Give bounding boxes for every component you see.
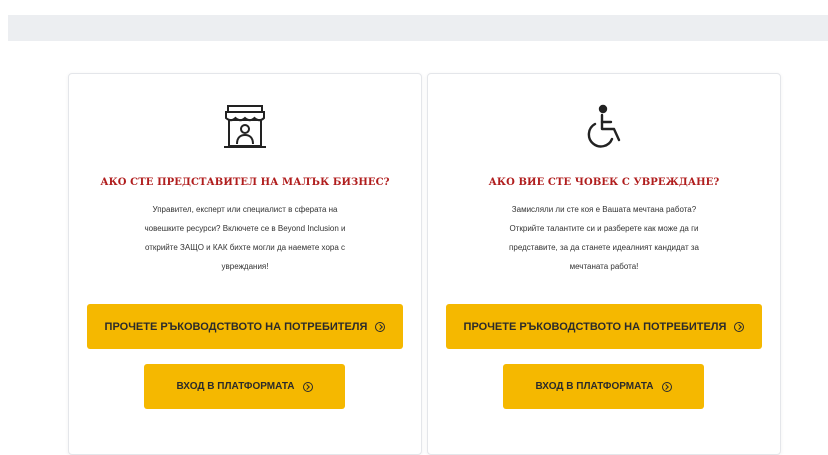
small-business-card: АКО СТЕ ПРЕДСТАВИТЕЛ НА МАЛЪК БИЗНЕС? Уп… [68,73,422,455]
button-label: ПРОЧЕТЕ РЪКОВОДСТВОТО НА ПОТРЕБИТЕЛЯ [463,320,727,333]
read-guide-button[interactable]: ПРОЧЕТЕ РЪКОВОДСТВОТО НА ПОТРЕБИТЕЛЯ [87,304,403,349]
chevron-right-circle-icon [302,381,313,392]
card-description: Управител, експерт или специалист в сфер… [144,205,346,271]
top-bar [8,15,828,41]
card-title: АКО ВИЕ СТЕ ЧОВЕК С УВРЕЖДАНЕ? [488,177,720,188]
wheelchair-icon [579,102,629,152]
read-guide-button[interactable]: ПРОЧЕТЕ РЪКОВОДСТВОТО НА ПОТРЕБИТЕЛЯ [446,304,762,349]
button-label: ПРОЧЕТЕ РЪКОВОДСТВОТО НА ПОТРЕБИТЕЛЯ [104,320,368,333]
person-with-disability-card: АКО ВИЕ СТЕ ЧОВЕК С УВРЕЖДАНЕ? Замисляли… [427,73,781,455]
platform-login-button[interactable]: ВХОД В ПЛАТФОРМАТА [144,364,345,409]
card-description: Замисляли ли сте коя е Вашата мечтана ра… [509,205,699,271]
card-title: АКО СТЕ ПРЕДСТАВИТЕЛ НА МАЛЪК БИЗНЕС? [100,177,390,188]
shop-icon [220,102,270,152]
chevron-right-circle-icon [661,381,672,392]
button-label: ВХОД В ПЛАТФОРМАТА [535,381,654,392]
chevron-right-circle-icon [375,321,386,332]
button-label: ВХОД В ПЛАТФОРМАТА [176,381,295,392]
chevron-right-circle-icon [734,321,745,332]
platform-login-button[interactable]: ВХОД В ПЛАТФОРМАТА [503,364,704,409]
